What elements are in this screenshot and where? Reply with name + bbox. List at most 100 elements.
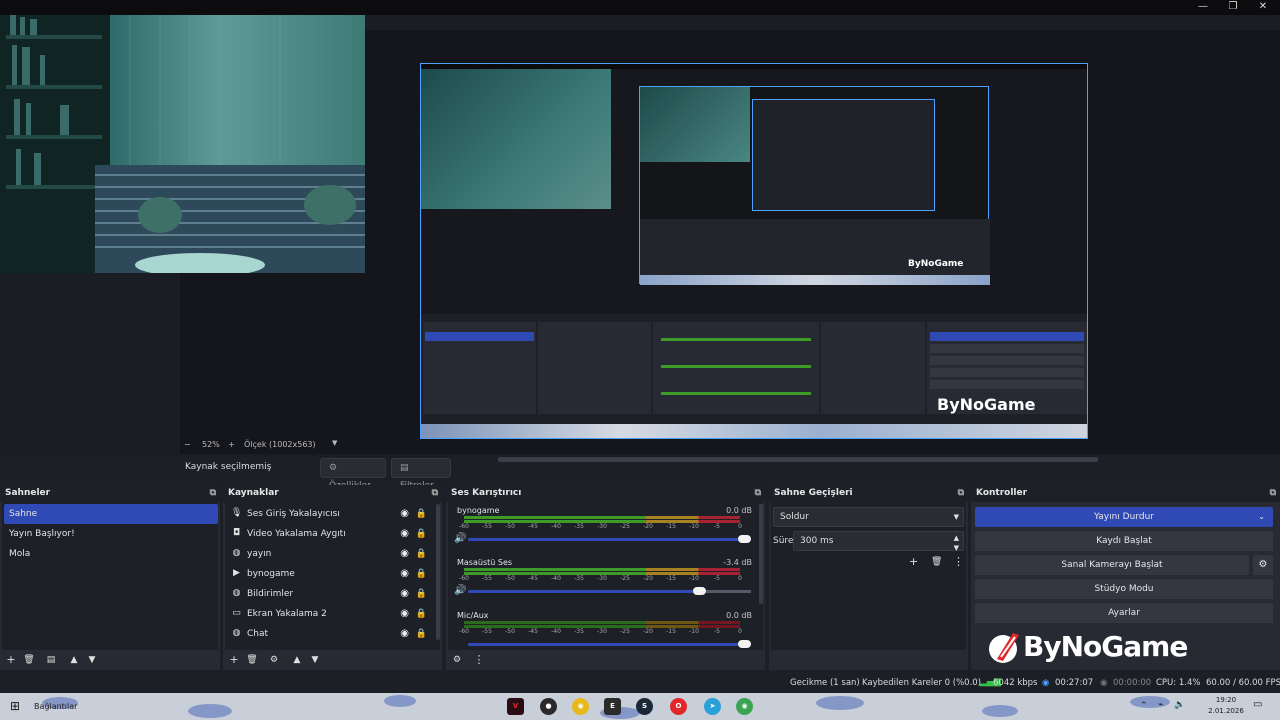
add-source-icon[interactable]: + bbox=[227, 653, 241, 667]
taskbar-clock[interactable]: 19:20 bbox=[1206, 696, 1246, 704]
eye-icon[interactable]: ◉ bbox=[400, 584, 409, 604]
start-recording-button[interactable]: Kaydı Başlat bbox=[975, 531, 1273, 551]
scene-item-yayin-basliyor[interactable]: Yayın Başlıyor! bbox=[4, 524, 218, 544]
scene-item-mola[interactable]: Mola bbox=[4, 544, 218, 564]
more-options-icon[interactable]: ⋮ bbox=[472, 653, 486, 667]
preview-area[interactable]: ByNoGame ByNoGame bbox=[0, 15, 1280, 462]
taskbar-links-label[interactable]: Bağlantılar bbox=[34, 702, 77, 711]
zoom-in-button[interactable]: + bbox=[228, 440, 235, 449]
volume-knob[interactable] bbox=[738, 535, 751, 543]
filters-button[interactable]: ▤ Filtreler bbox=[391, 458, 451, 491]
trash-icon[interactable]: 🗑 bbox=[931, 557, 942, 567]
move-down-icon[interactable]: ▼ bbox=[308, 653, 322, 667]
settings-button[interactable]: Ayarlar bbox=[975, 603, 1273, 623]
trash-icon[interactable]: 🗑 bbox=[245, 653, 259, 667]
lock-icon[interactable]: 🔒 bbox=[416, 564, 427, 584]
windows-taskbar: ⊞ Bağlantılar V ● ◉ E S O ➤ ◉ ⌃ ⌁ 🔈 19:2… bbox=[0, 693, 1280, 720]
lock-icon[interactable]: 🔒 bbox=[416, 604, 427, 624]
trash-icon[interactable]: 🗑 bbox=[22, 653, 36, 667]
undock-icon[interactable]: ⧉ bbox=[432, 485, 438, 502]
minimize-icon[interactable]: — bbox=[1188, 0, 1218, 15]
dropped-frames: Kaybedilen Kareler 0 (%0.0) bbox=[862, 678, 982, 688]
volume-knob[interactable] bbox=[692, 587, 706, 595]
meter-tick-label: -55 bbox=[482, 523, 492, 530]
network-icon[interactable]: ⌁ bbox=[1158, 700, 1163, 710]
scene-item-sahne[interactable]: Sahne bbox=[4, 504, 218, 524]
webcam-source[interactable] bbox=[0, 15, 365, 273]
eye-icon[interactable]: ◉ bbox=[400, 504, 409, 524]
source-item[interactable]: ▶ bynogame ◉ 🔒 bbox=[227, 564, 437, 584]
volume-slider-track[interactable] bbox=[705, 590, 751, 593]
undock-icon[interactable]: ⧉ bbox=[210, 485, 216, 502]
undock-icon[interactable]: ⧉ bbox=[958, 485, 964, 502]
meter-tick-label: -50 bbox=[505, 628, 515, 635]
move-down-icon[interactable]: ▼ bbox=[85, 653, 99, 667]
steam-icon[interactable]: S bbox=[636, 698, 653, 715]
tray-chevron-icon[interactable]: ⌃ bbox=[1140, 701, 1148, 711]
add-scene-icon[interactable]: + bbox=[4, 653, 18, 667]
volume-slider[interactable] bbox=[468, 643, 751, 646]
lock-icon[interactable]: 🔒 bbox=[416, 624, 427, 644]
source-item[interactable]: ◍ yayın ◉ 🔒 bbox=[227, 544, 437, 564]
lock-icon[interactable]: 🔒 bbox=[416, 504, 427, 524]
close-icon[interactable]: ✕ bbox=[1248, 0, 1278, 15]
app-icon-launcher[interactable]: V bbox=[507, 698, 524, 715]
move-up-icon[interactable]: ▲ bbox=[67, 653, 81, 667]
more-options-icon[interactable]: ⋮ bbox=[953, 555, 964, 568]
chrome-profile-icon[interactable]: ◉ bbox=[736, 698, 753, 715]
volume-icon[interactable]: 🔈 bbox=[1174, 700, 1185, 710]
chrome-icon[interactable]: ◉ bbox=[572, 698, 589, 715]
eye-icon[interactable]: ◉ bbox=[400, 544, 409, 564]
scene-filters-icon[interactable]: ▤ bbox=[44, 653, 58, 667]
gear-icon[interactable]: ⚙ bbox=[1253, 555, 1273, 575]
move-up-icon[interactable]: ▲ bbox=[290, 653, 304, 667]
meter-tick-label: -45 bbox=[528, 628, 538, 635]
source-item[interactable]: ◍ Chat ◉ 🔒 bbox=[227, 624, 437, 644]
source-item[interactable]: 🎙 Ses Giriş Yakalayıcısı ◉ 🔒 bbox=[227, 504, 437, 524]
epic-games-icon[interactable]: E bbox=[604, 698, 621, 715]
notification-icon[interactable]: ▭ bbox=[1253, 699, 1262, 710]
source-item[interactable]: ◘ Video Yakalama Aygıtı ◉ 🔒 bbox=[227, 524, 437, 544]
lock-icon[interactable]: 🔒 bbox=[416, 524, 427, 544]
undock-icon[interactable]: ⧉ bbox=[1270, 485, 1276, 502]
eye-icon[interactable]: ◉ bbox=[400, 604, 409, 624]
sources-scrollbar[interactable] bbox=[436, 504, 440, 640]
eye-icon[interactable]: ◉ bbox=[400, 524, 409, 544]
properties-button[interactable]: ⚙ Özellikler bbox=[320, 458, 386, 491]
scale-dropdown-icon[interactable]: ▼ bbox=[332, 439, 337, 447]
meter-tick-label: -25 bbox=[620, 523, 630, 530]
start-virtual-camera-button[interactable]: Sanal Kamerayı Başlat bbox=[975, 555, 1249, 575]
speaker-icon[interactable]: 🔊 bbox=[454, 533, 466, 544]
source-label: bynogame bbox=[247, 569, 295, 579]
add-transition-icon[interactable]: + bbox=[909, 555, 918, 568]
source-item[interactable]: ◍ Bildirimler ◉ 🔒 bbox=[227, 584, 437, 604]
zoom-out-button[interactable]: − bbox=[184, 440, 191, 449]
chevron-down-icon[interactable]: ⌄ bbox=[1258, 507, 1265, 527]
windows-start-icon[interactable]: ⊞ bbox=[10, 699, 20, 713]
volume-slider[interactable] bbox=[468, 590, 706, 593]
opera-icon[interactable]: O bbox=[670, 698, 687, 715]
maximize-icon[interactable]: ❐ bbox=[1218, 0, 1248, 15]
undock-icon[interactable]: ⧉ bbox=[755, 485, 761, 502]
display-capture-source[interactable]: ByNoGame ByNoGame bbox=[420, 63, 1088, 439]
advanced-audio-icon[interactable]: ⚙ bbox=[450, 653, 464, 667]
stop-stream-button[interactable]: Yayını Durdur ⌄ bbox=[975, 507, 1273, 527]
telegram-icon[interactable]: ➤ bbox=[704, 698, 721, 715]
gear-icon[interactable]: ⚙ bbox=[267, 653, 281, 667]
lock-icon[interactable]: 🔒 bbox=[416, 544, 427, 564]
studio-mode-button[interactable]: Stüdyo Modu bbox=[975, 579, 1273, 599]
taskbar-date[interactable]: 2.01.2026 bbox=[1206, 707, 1246, 715]
obs-icon[interactable]: ● bbox=[540, 698, 557, 715]
speaker-icon[interactable]: 🔊 bbox=[454, 585, 466, 596]
volume-meter bbox=[464, 516, 740, 519]
mixer-channel-desktop-audio: Masaüstü Ses -3.4 dB -60 -55 -50 -45 -40 -35-… bbox=[452, 558, 756, 610]
source-item[interactable]: ▭ Ekran Yakalama 2 ◉ 🔒 bbox=[227, 604, 437, 624]
transition-select[interactable]: Soldur ▼ bbox=[773, 507, 964, 527]
eye-icon[interactable]: ◉ bbox=[400, 564, 409, 584]
volume-slider[interactable] bbox=[468, 538, 751, 541]
duration-spinbox[interactable]: 300 ms ▲ ▼ bbox=[793, 531, 964, 552]
eye-icon[interactable]: ◉ bbox=[400, 624, 409, 644]
mixer-scrollbar[interactable] bbox=[759, 504, 763, 604]
volume-knob[interactable] bbox=[738, 640, 751, 648]
lock-icon[interactable]: 🔒 bbox=[416, 584, 427, 604]
